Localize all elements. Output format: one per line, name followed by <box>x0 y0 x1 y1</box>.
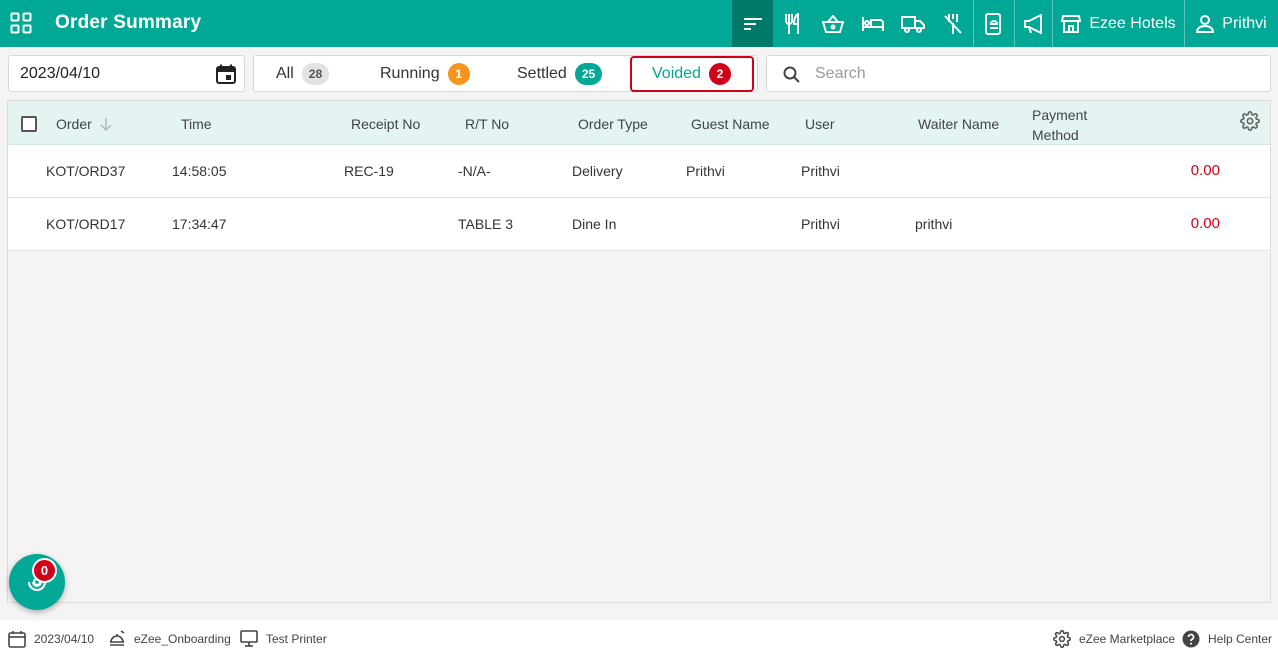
live-orders-badge: 0 <box>32 558 57 583</box>
column-time: Time <box>181 116 212 132</box>
hotel-bed-icon <box>862 16 884 31</box>
cell-order-type: Dine In <box>572 216 617 232</box>
announcement-button[interactable] <box>1015 0 1052 47</box>
no-service-button[interactable] <box>933 0 973 47</box>
user-icon <box>1196 14 1215 33</box>
column-order-type: Order Type <box>578 116 648 132</box>
top-bar: Order Summary Ezee Hotels Prithvi <box>0 0 1278 47</box>
search-icon <box>783 66 800 88</box>
status-date[interactable]: 2023/04/10 <box>8 630 94 648</box>
announcement-icon <box>1023 13 1042 34</box>
status-outlet-text: eZee_Onboarding <box>134 632 231 646</box>
order-status-tabs: All 28 Running 1 Settled 25 Voided 2 <box>253 55 758 92</box>
tab-all-label: All <box>276 64 294 82</box>
cell-user: Prithvi <box>801 163 840 179</box>
delivery-button[interactable] <box>893 0 933 47</box>
status-printer-text: Test Printer <box>266 631 327 646</box>
property-name: Ezee Hotels <box>1089 14 1176 32</box>
orders-list-icon <box>743 17 762 30</box>
help-center-text: Help Center <box>1208 632 1273 646</box>
cell-waiter-name: prithvi <box>915 216 953 232</box>
date-picker[interactable]: 2023/04/10 <box>8 55 245 92</box>
cell-order: KOT/ORD17 <box>46 216 126 232</box>
search-bar <box>766 55 1271 92</box>
cell-time: 17:34:47 <box>172 216 227 232</box>
status-bar: 2023/04/10 eZee_Onboarding Test Printer … <box>0 620 1278 656</box>
cell-order: KOT/ORD37 <box>46 163 126 179</box>
hotel-bed-button[interactable] <box>853 0 893 47</box>
status-printer[interactable]: Test Printer <box>240 630 327 647</box>
basket-button[interactable] <box>813 0 853 47</box>
column-order-label: Order <box>56 116 92 132</box>
cell-amount: 0.00 <box>1190 162 1220 179</box>
help-icon <box>1182 630 1200 648</box>
outlet-icon <box>110 630 125 646</box>
apps-grid-icon[interactable] <box>10 12 32 34</box>
cell-rt-no: TABLE 3 <box>458 216 513 232</box>
page-title: Order Summary <box>55 12 202 33</box>
marketplace-link[interactable]: eZee Marketplace <box>1053 630 1175 648</box>
tab-all-count: 28 <box>301 62 330 85</box>
sort-arrow-icon <box>100 118 112 132</box>
select-all-checkbox[interactable] <box>21 116 37 132</box>
restaurant-icon <box>785 12 799 34</box>
tab-running-count: 1 <box>447 62 470 85</box>
cell-time: 14:58:05 <box>172 163 227 179</box>
tab-voided[interactable]: Voided 2 <box>652 56 731 91</box>
orders-table: Order Time Receipt No R/T No Order Type … <box>7 100 1271 603</box>
column-waiter-name: Waiter Name <box>918 116 1000 132</box>
monitor-icon <box>240 630 258 647</box>
column-settings-icon[interactable] <box>1240 111 1260 136</box>
calendar-icon <box>8 631 26 648</box>
cell-guest-name: Prithvi <box>686 163 725 179</box>
restaurant-button[interactable] <box>773 0 813 47</box>
column-payment-method: Payment Method <box>1032 107 1088 143</box>
delivery-truck-icon <box>901 15 925 33</box>
gear-icon <box>1053 630 1071 648</box>
calendar-icon[interactable] <box>216 64 236 89</box>
status-date-text: 2023/04/10 <box>34 632 95 646</box>
tab-voided-count: 2 <box>708 62 731 85</box>
search-input[interactable] <box>815 62 1255 86</box>
cell-amount: 0.00 <box>1190 215 1220 232</box>
table-header: Order Time Receipt No R/T No Order Type … <box>8 101 1270 145</box>
user-name: Prithvi <box>1222 14 1267 32</box>
column-user: User <box>805 116 835 132</box>
tab-all[interactable]: All 28 <box>276 56 330 91</box>
cell-receipt-no: REC-19 <box>344 163 394 179</box>
user-menu[interactable]: Prithvi <box>1185 0 1278 47</box>
mobile-order-button[interactable] <box>974 0 1014 47</box>
cell-rt-no: -N/A- <box>458 163 491 179</box>
tab-settled[interactable]: Settled 25 <box>517 56 603 91</box>
tab-settled-count: 25 <box>574 62 603 85</box>
status-outlet[interactable]: eZee_Onboarding <box>108 630 231 648</box>
column-rt-no: R/T No <box>465 116 510 132</box>
cell-order-type: Delivery <box>572 163 623 179</box>
column-order[interactable]: Order <box>56 116 112 132</box>
table-row[interactable]: KOT/ORD17 17:34:47 TABLE 3 Dine In Prith… <box>8 198 1270 251</box>
date-value: 2023/04/10 <box>20 65 101 82</box>
help-center-link[interactable]: Help Center <box>1182 630 1272 648</box>
tab-running-label: Running <box>380 64 440 82</box>
cell-user: Prithvi <box>801 216 840 232</box>
mobile-order-icon <box>985 12 1001 35</box>
basket-icon <box>822 14 844 33</box>
marketplace-text: eZee Marketplace <box>1079 632 1176 646</box>
no-service-icon <box>944 13 962 34</box>
column-guest-name: Guest Name <box>691 116 770 132</box>
tab-settled-label: Settled <box>517 64 567 82</box>
store-icon <box>1061 14 1082 33</box>
column-receipt-no: Receipt No <box>351 116 421 132</box>
orders-list-button[interactable] <box>732 0 773 47</box>
tab-running[interactable]: Running 1 <box>380 56 470 91</box>
property-selector[interactable]: Ezee Hotels <box>1053 0 1184 47</box>
tab-voided-label: Voided <box>652 64 701 82</box>
table-row[interactable]: KOT/ORD37 14:58:05 REC-19 -N/A- Delivery… <box>8 145 1270 198</box>
